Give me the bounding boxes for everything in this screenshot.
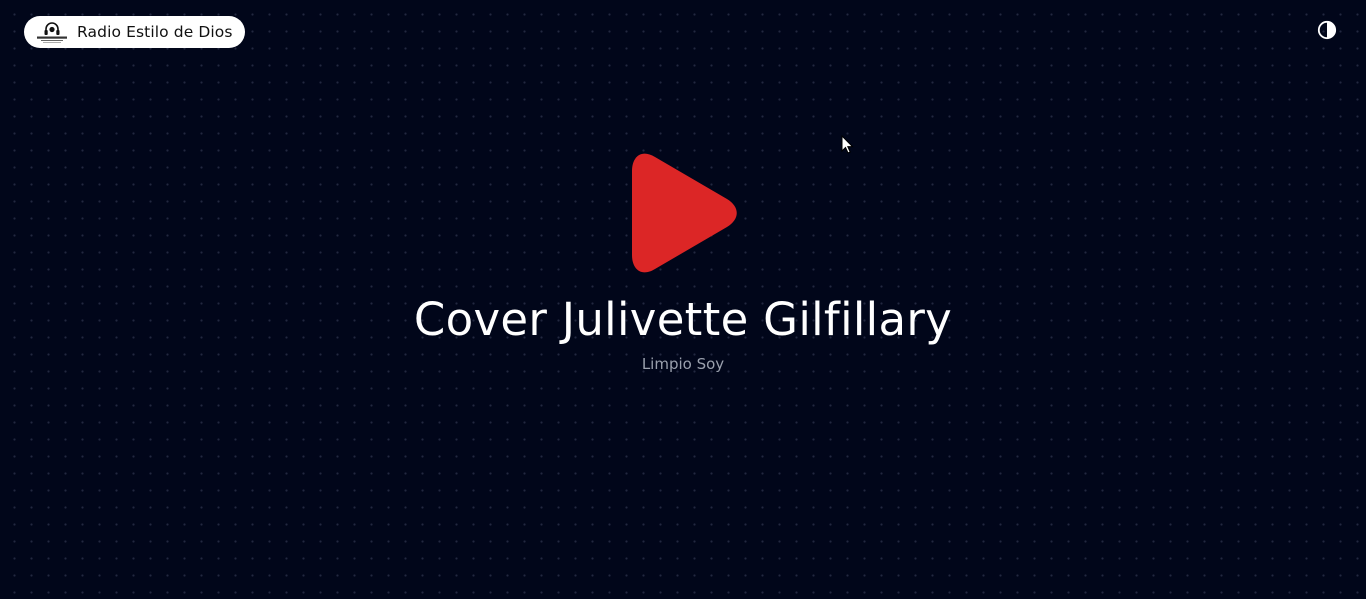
mouse-cursor-icon bbox=[841, 134, 855, 155]
song-title: Cover Julivette Gilfillary bbox=[413, 293, 953, 346]
theme-toggle-button[interactable] bbox=[1316, 20, 1338, 44]
brand-name: Radio Estilo de Dios bbox=[77, 23, 233, 41]
headphones-logo-icon bbox=[35, 19, 69, 45]
brand-pill[interactable]: Radio Estilo de Dios bbox=[24, 16, 245, 48]
song-subtitle: Limpio Soy bbox=[641, 355, 725, 373]
play-button[interactable] bbox=[628, 150, 738, 276]
play-icon bbox=[628, 153, 738, 280]
contrast-icon bbox=[1317, 20, 1337, 44]
